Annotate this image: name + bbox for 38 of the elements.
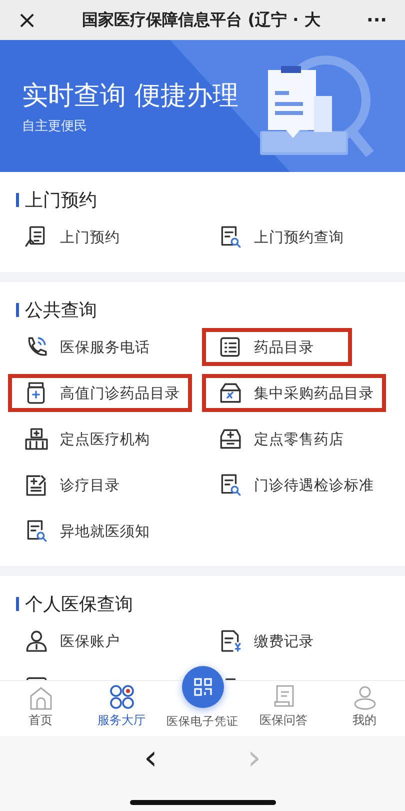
back-button[interactable]: ‹ xyxy=(134,741,168,775)
tab[interactable]: 我的 xyxy=(324,681,405,736)
service-item[interactable]: 上门预约查询 xyxy=(202,218,356,256)
section-title: 上门预约 xyxy=(25,189,97,212)
service-item[interactable]: 高值门诊药品目录 xyxy=(8,374,192,412)
section-marker xyxy=(16,193,19,207)
service-item[interactable]: 医保服务电话 xyxy=(8,328,162,366)
service-item[interactable]: 定点零售药店 xyxy=(202,420,356,458)
banner-subtitle: 自主更便民 xyxy=(22,118,87,135)
service-item[interactable]: 门诊待遇检诊标准 xyxy=(202,466,386,504)
service-item[interactable]: 集中采购药品目录 xyxy=(202,374,386,412)
service-item[interactable]: 异地就医须知 xyxy=(8,512,162,550)
section-title: 个人医保查询 xyxy=(25,593,133,616)
pharmacy-icon xyxy=(218,427,242,451)
section-marker xyxy=(16,597,19,611)
tab[interactable]: 首页 xyxy=(0,681,81,736)
user-icon xyxy=(24,629,48,653)
section-marker xyxy=(16,303,19,317)
page-title: 国家医疗保障信息平台 (辽宁 · 大 xyxy=(81,10,322,30)
more-button[interactable]: ··· xyxy=(360,8,393,32)
service-item[interactable]: 药品目录 xyxy=(202,328,352,366)
list-icon xyxy=(218,335,242,359)
banner-title: 实时查询 便捷办理 xyxy=(22,80,238,113)
user-icon xyxy=(352,684,378,710)
hospital-icon xyxy=(24,427,48,451)
service-item[interactable]: 医保账户 xyxy=(8,622,158,660)
service-item[interactable]: 上门预约 xyxy=(8,218,158,256)
medicine-box-icon xyxy=(218,381,242,405)
service-item[interactable]: 诊疗目录 xyxy=(8,466,158,504)
tab[interactable]: 医保问答 xyxy=(243,681,324,736)
four-circles-icon xyxy=(108,684,134,710)
home-indicator[interactable] xyxy=(130,800,276,805)
section-title: 公共查询 xyxy=(25,299,97,322)
tab[interactable]: 服务大厅 xyxy=(81,681,162,736)
clipboard-edit-icon xyxy=(24,473,48,497)
home-icon xyxy=(28,686,54,710)
close-button[interactable]: × xyxy=(12,6,42,34)
service-item[interactable]: 定点医疗机构 xyxy=(8,420,162,458)
